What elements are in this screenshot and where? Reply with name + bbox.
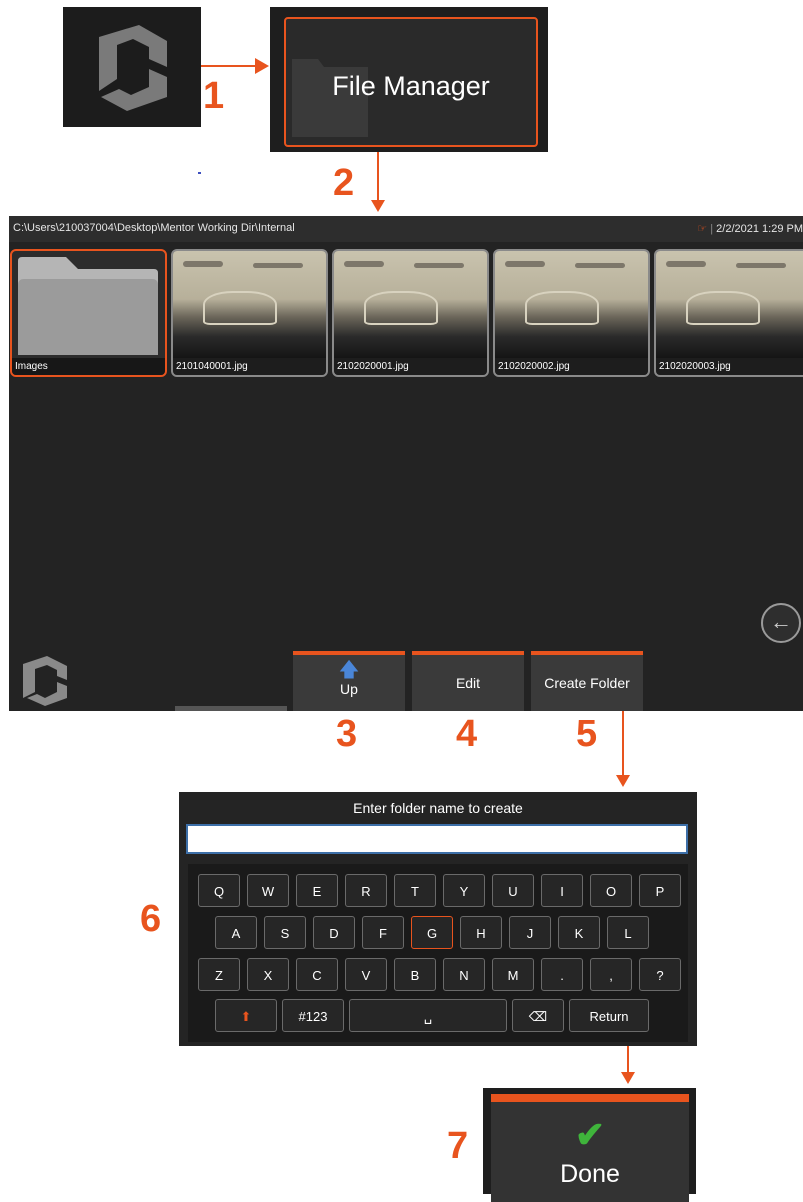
app-logo-tile[interactable] — [63, 7, 201, 127]
step-4-number: 4 — [456, 713, 478, 755]
key-e[interactable]: E — [296, 874, 338, 907]
app-logo-icon[interactable] — [19, 652, 75, 708]
key-b[interactable]: B — [394, 958, 436, 991]
key-t[interactable]: T — [394, 874, 436, 907]
arrow-5 — [622, 711, 624, 777]
key-f[interactable]: F — [362, 916, 404, 949]
key-g[interactable]: G — [411, 916, 453, 949]
arrow-up-icon: 🡅 — [338, 659, 360, 681]
done-button[interactable]: ✔ Done — [491, 1094, 689, 1202]
key-x[interactable]: X — [247, 958, 289, 991]
key-i[interactable]: I — [541, 874, 583, 907]
key-y[interactable]: Y — [443, 874, 485, 907]
step-1-number: 1 — [203, 75, 225, 117]
key-v[interactable]: V — [345, 958, 387, 991]
back-arrow-icon: ← — [770, 609, 792, 634]
key-j[interactable]: J — [509, 916, 551, 949]
space-key[interactable]: ␣ — [349, 999, 507, 1032]
tile-label: 2102020001.jpg — [334, 358, 487, 375]
done-label: Done — [560, 1160, 620, 1188]
step-3-number: 3 — [336, 713, 358, 755]
arrow-2 — [377, 152, 379, 202]
datetime: 2/2/2021 1:29 PM — [716, 223, 803, 235]
edit-button[interactable]: Edit — [412, 651, 524, 711]
numbers-key[interactable]: #123 — [282, 999, 344, 1032]
key-d[interactable]: D — [313, 916, 355, 949]
key-question[interactable]: ? — [639, 958, 681, 991]
folder-name-input[interactable] — [186, 824, 688, 854]
thumbnail — [173, 251, 326, 358]
key-q[interactable]: Q — [198, 874, 240, 907]
key-m[interactable]: M — [492, 958, 534, 991]
folder-tile-images[interactable]: Images — [10, 249, 167, 377]
thumbnail — [495, 251, 648, 358]
app-logo-icon — [99, 25, 167, 111]
up-button[interactable]: 🡅 Up — [293, 651, 405, 711]
key-h[interactable]: H — [460, 916, 502, 949]
up-label: Up — [340, 681, 358, 697]
key-w[interactable]: W — [247, 874, 289, 907]
key-n[interactable]: N — [443, 958, 485, 991]
arrow-1 — [201, 65, 261, 67]
edit-label: Edit — [455, 675, 481, 691]
file-manager-screen: C:\Users\210037004\Desktop\Mentor Workin… — [9, 216, 803, 711]
image-tile[interactable]: 2102020002.jpg — [493, 249, 650, 377]
image-tile[interactable]: 2101040001.jpg — [171, 249, 328, 377]
scroll-indicator — [175, 706, 287, 711]
create-folder-button[interactable]: Create Folder — [531, 651, 643, 711]
status-bar: C:\Users\210037004\Desktop\Mentor Workin… — [9, 216, 803, 242]
image-tile[interactable]: 2102020001.jpg — [332, 249, 489, 377]
keyboard-keys: Q W E R T Y U I O P A S D F G H J K L Z … — [188, 864, 688, 1042]
arrow-head-right-icon — [255, 58, 269, 74]
key-period[interactable]: . — [541, 958, 583, 991]
backspace-key[interactable]: ⌫ — [512, 999, 564, 1032]
check-icon: ✔ — [574, 1114, 606, 1155]
step-7-number: 7 — [447, 1125, 469, 1167]
on-screen-keyboard-dialog: Enter folder name to create Q W E R T Y … — [179, 792, 697, 1046]
stray-mark — [198, 172, 201, 174]
thumbnail — [656, 251, 803, 358]
key-p[interactable]: P — [639, 874, 681, 907]
tile-label: 2102020003.jpg — [656, 358, 803, 375]
key-o[interactable]: O — [590, 874, 632, 907]
arrow-head-down-icon — [371, 200, 385, 212]
image-tile[interactable]: 2102020003.jpg — [654, 249, 803, 377]
space-icon: ␣ — [423, 1009, 433, 1024]
step-5-number: 5 — [576, 713, 598, 755]
key-z[interactable]: Z — [198, 958, 240, 991]
key-l[interactable]: L — [607, 916, 649, 949]
back-button[interactable]: ← — [761, 603, 801, 643]
tile-label: 2102020002.jpg — [495, 358, 648, 375]
keyboard-prompt: Enter folder name to create — [353, 800, 523, 816]
return-key[interactable]: Return — [569, 999, 649, 1032]
step-6-number: 6 — [140, 898, 162, 940]
key-comma[interactable]: , — [590, 958, 632, 991]
tile-label: Images — [12, 358, 165, 375]
key-u[interactable]: U — [492, 874, 534, 907]
touch-icon: ☞ — [697, 223, 708, 235]
file-manager-label: File Manager — [332, 71, 490, 101]
file-manager-tile[interactable]: File Manager — [270, 7, 548, 152]
step-2-number: 2 — [333, 162, 355, 204]
key-r[interactable]: R — [345, 874, 387, 907]
shift-key[interactable]: ⬆ — [215, 999, 277, 1032]
file-manager-button[interactable]: File Manager — [284, 17, 538, 147]
done-tile: ✔ Done — [483, 1088, 696, 1202]
arrow-head-down-icon — [621, 1072, 635, 1084]
key-s[interactable]: S — [264, 916, 306, 949]
backspace-icon: ⌫ — [528, 1009, 548, 1024]
tile-label: 2101040001.jpg — [173, 358, 326, 375]
arrow-head-down-icon — [616, 775, 630, 787]
create-folder-label: Create Folder — [544, 675, 630, 691]
arrow-6 — [627, 1046, 629, 1074]
status-right: ☞ | 2/2/2021 1:29 PM — [697, 223, 803, 235]
key-k[interactable]: K — [558, 916, 600, 949]
thumbnail — [334, 251, 487, 358]
key-c[interactable]: C — [296, 958, 338, 991]
folder-icon — [18, 257, 158, 355]
key-a[interactable]: A — [215, 916, 257, 949]
folder-path: C:\Users\210037004\Desktop\Mentor Workin… — [13, 222, 295, 234]
shift-up-icon: ⬆ — [240, 1009, 252, 1024]
